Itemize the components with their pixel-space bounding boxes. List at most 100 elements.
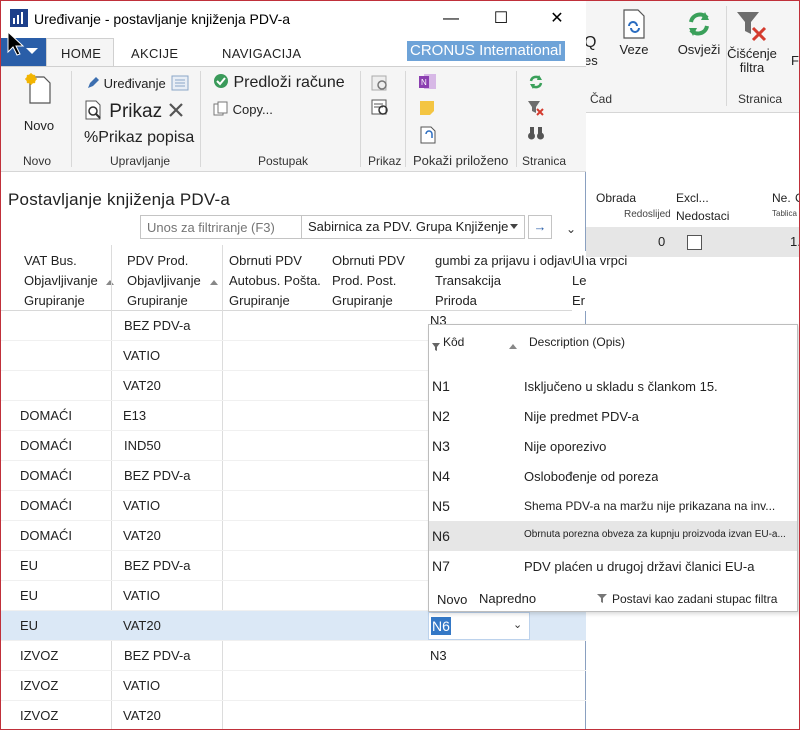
collapse-chevron-icon[interactable]: ⌄ — [566, 222, 576, 236]
cell-pdv-prod-group[interactable]: VAT20 — [123, 618, 161, 633]
novo-button[interactable]: Novo — [14, 73, 64, 133]
lookup-item[interactable]: N5 Shema PDV-a na maržu nije prikazana na… — [429, 491, 797, 521]
bg-row-value-right: 1. — [790, 234, 800, 249]
filter-funnel-icon — [597, 594, 607, 603]
minimize-button[interactable]: — — [432, 6, 470, 32]
tab-home[interactable]: HOME — [46, 38, 114, 67]
uredivanje-button[interactable]: Uređivanje — [86, 75, 189, 91]
cell-pdv-prod-group[interactable]: BEZ PDV-a — [124, 648, 190, 663]
cell-vat-bus-group[interactable]: EU — [20, 588, 38, 603]
col-header-line: Ul — [572, 253, 585, 268]
cell-pdv-prod-group[interactable]: VATIO — [123, 348, 160, 363]
cell-pdv-prod-group[interactable]: VATIO — [123, 588, 160, 603]
predlozi-racune-button[interactable]: Predloži račune — [213, 73, 345, 92]
cell-vat-bus-group[interactable]: DOMAĆI — [20, 438, 72, 453]
cell-pdv-prod-group[interactable]: VAT20 — [123, 528, 161, 543]
lookup-col-desc[interactable]: Description (Opis) — [529, 335, 625, 349]
editor-value[interactable]: N6 — [431, 617, 451, 635]
prikaz-button[interactable]: Prikaz — [84, 99, 185, 123]
cell-vat-bus-group[interactable]: DOMAĆI — [20, 498, 72, 513]
set-default-filter-column-button[interactable]: Postavi kao zadani stupac filtra — [612, 592, 777, 606]
attachment-icon[interactable] — [418, 125, 438, 145]
lookup-napredno-button[interactable]: Napredno — [479, 591, 536, 606]
table-row[interactable]: IZVOZ BEZ PDV-a N3 — [0, 641, 586, 671]
cell-pdv-prod-group[interactable]: VATIO — [123, 498, 160, 513]
cell-pdv-prod-group[interactable]: E13 — [123, 408, 146, 423]
veze-button[interactable]: Veze — [614, 8, 654, 57]
window-title: Uređivanje - postavljanje knjiženja PDV-… — [34, 11, 291, 27]
onenote-icon[interactable]: N — [418, 73, 438, 91]
ciscenje-filtra-button[interactable]: Čišćenje filtra — [726, 8, 778, 75]
cell-pdv-prod-group[interactable]: VAT20 — [123, 708, 161, 723]
bg-row-checkbox[interactable] — [687, 235, 702, 250]
cell-pdv-prod-group[interactable]: VAT20 — [123, 378, 161, 393]
table-row[interactable]: IZVOZ VATIO — [0, 671, 586, 701]
cell-pdv-prod-group[interactable]: VATIO — [123, 678, 160, 693]
cell-vat-bus-group[interactable]: IZVOZ — [20, 708, 58, 723]
lookup-item-code: N2 — [432, 408, 450, 424]
lookup-item[interactable]: N2 Nije predmet PDV-a — [429, 401, 797, 431]
cell-vat-bus-group[interactable]: EU — [20, 618, 38, 633]
chevron-down-icon[interactable]: ⌄ — [513, 618, 522, 631]
col-header-line: Grupiranje — [127, 293, 188, 308]
lookup-header: Kôd Description (Opis) — [429, 325, 797, 367]
copy-button[interactable]: Copy... — [213, 101, 273, 117]
lookup-item-description: Obrnuta porezna obveza za kupnju proizvo… — [524, 529, 786, 540]
lookup-item[interactable]: N3 Nije oporezivo — [429, 431, 797, 461]
ribbon-tab-bar: HOME AKCIJE NAVIGACIJA CRONUS Internatio… — [0, 32, 586, 67]
transaction-nature-editor[interactable]: N6 ⌄ — [428, 612, 530, 640]
main-window: Uređivanje - postavljanje knjiženja PDV-… — [0, 0, 798, 730]
company-name: CRONUS International — [407, 41, 565, 61]
notes-icon[interactable] — [418, 99, 438, 117]
prikaz-popisa-button[interactable]: %Prikaz popisa — [84, 129, 194, 147]
col-header-pdv-prod[interactable]: PDV Prod. Objavljivanje Grupiranje — [127, 251, 201, 311]
ribbon-separator-4 — [405, 71, 406, 167]
app-icon — [10, 9, 28, 27]
col-header-transaction-nature[interactable]: gumbi za prijavu i odjavu na vrpci Trans… — [435, 251, 627, 311]
ciscenje-label-1: Čišćenje — [727, 46, 777, 61]
filter-box: Sabirnica za PDV. Grupa Knjiženje — [140, 215, 525, 239]
cell-vat-bus-group[interactable]: DOMAĆI — [20, 468, 72, 483]
cell-vat-bus-group[interactable]: DOMAĆI — [20, 528, 72, 543]
col-header-vat-bus[interactable]: VAT Bus. Objavljivanje Grupiranje — [24, 251, 98, 311]
lookup-item[interactable]: N6 Obrnuta porezna obveza za kupnju proiz… — [429, 521, 797, 551]
maximize-button[interactable]: ☐ — [482, 6, 520, 32]
cell-pdv-prod-group[interactable]: BEZ PDV-a — [124, 318, 190, 333]
cell-vat-bus-group[interactable]: EU — [20, 558, 38, 573]
cell-vat-bus-group[interactable]: DOMAĆI — [20, 408, 72, 423]
tab-akcije[interactable]: AKCIJE — [131, 46, 178, 61]
col-header-obrnuti-prod[interactable]: Obrnuti PDV Prod. Post. Grupiranje — [332, 251, 405, 311]
cell-pdv-prod-group[interactable]: IND50 — [124, 438, 161, 453]
lookup-novo-button[interactable]: Novo — [437, 592, 467, 607]
cell-pdv-prod-group[interactable]: BEZ PDV-a — [124, 558, 190, 573]
col-header-line: Obrnuti PDV — [229, 253, 302, 268]
find-binoculars-icon[interactable] — [527, 125, 545, 141]
apply-filter-button[interactable]: → — [528, 215, 552, 239]
cell-vat-bus-group[interactable]: IZVOZ — [20, 648, 58, 663]
lookup-col-code[interactable]: Kôd — [443, 335, 464, 349]
title-bar: Uređivanje - postavljanje knjiženja PDV-… — [0, 0, 586, 38]
sort-ascending-icon — [509, 344, 517, 349]
col-header-extra[interactable]: Ul Le Er — [572, 251, 586, 311]
background-ribbon: es Q Veze Osvježi Čišćenje filtra F Čad … — [584, 0, 800, 113]
col-header-obrnuti-bus[interactable]: Obrnuti PDV Autobus. Pošta. Grupiranje — [229, 251, 321, 311]
osvjezi-button[interactable]: Osvježi — [674, 8, 724, 57]
clear-filter-small-icon[interactable] — [527, 99, 545, 117]
list-preview-icon[interactable] — [371, 99, 391, 117]
tab-navigacija[interactable]: NAVIGACIJA — [222, 46, 301, 61]
close-button[interactable]: ✕ — [538, 6, 576, 32]
filter-input[interactable] — [141, 216, 301, 238]
tab-home-label: HOME — [61, 46, 102, 61]
group-label-novo: Novo — [23, 154, 52, 168]
table-row[interactable]: IZVOZ VAT20 — [0, 701, 586, 730]
lookup-item[interactable]: N4 Oslobođenje od poreza — [429, 461, 797, 491]
lookup-item[interactable]: N1 Isključeno u skladu s člankom 15. — [429, 371, 797, 401]
refresh-small-icon[interactable] — [527, 73, 545, 91]
cell-pdv-prod-group[interactable]: BEZ PDV-a — [124, 468, 190, 483]
app-menu-button[interactable] — [0, 32, 46, 66]
cell-vat-bus-group[interactable]: IZVOZ — [20, 678, 58, 693]
lookup-item[interactable]: N7 PDV plaćen u drugoj državi članici EU-… — [429, 551, 797, 581]
cell-transaction-nature[interactable]: N3 — [430, 648, 447, 663]
filter-field-select[interactable]: Sabirnica za PDV. Grupa Knjiženje — [301, 216, 525, 238]
preview-icon[interactable] — [371, 75, 391, 93]
